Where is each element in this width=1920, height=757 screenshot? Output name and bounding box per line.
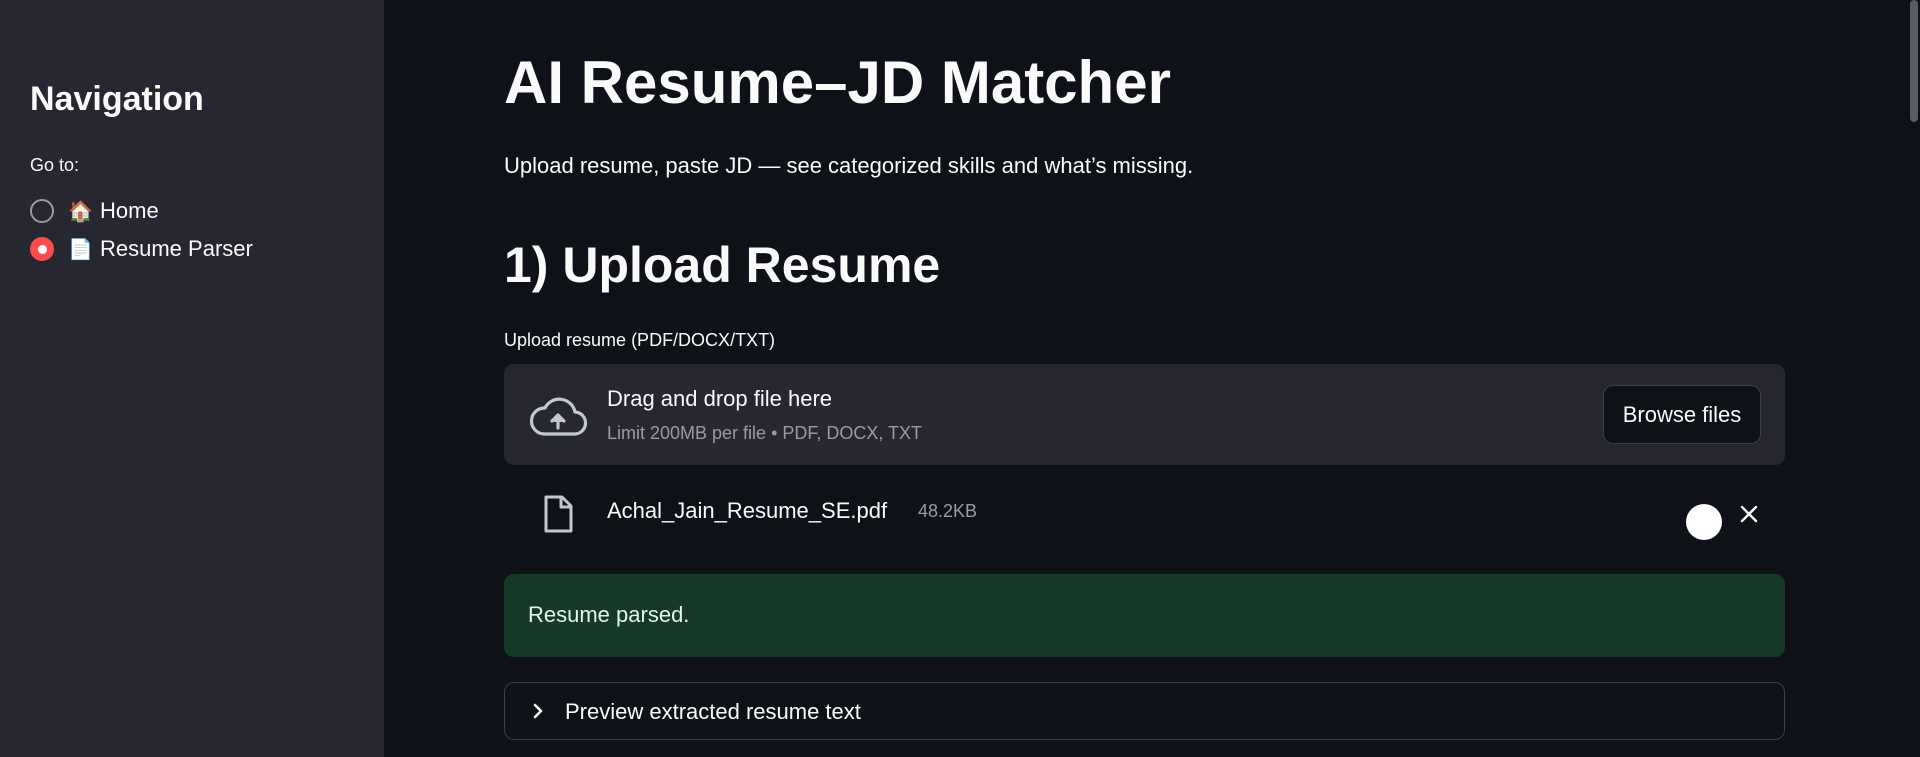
upload-label: Upload resume (PDF/DOCX/TXT)	[504, 330, 776, 350]
expander-label: Preview extracted resume text	[565, 699, 861, 724]
dropzone-title: Drag and drop file here	[607, 386, 833, 411]
sidebar-title: Navigation	[30, 80, 204, 118]
file-name: Achal_Jain_Resume_SE.pdf	[607, 498, 888, 523]
preview-expander[interactable]: Preview extracted resume text	[504, 682, 1785, 740]
scrollbar-thumb[interactable]	[1910, 0, 1918, 122]
close-icon	[1740, 505, 1758, 523]
radio-label-home: Home	[100, 198, 159, 223]
radio-button-home[interactable]	[30, 199, 54, 223]
file-size: 48.2KB	[918, 501, 978, 521]
success-alert: Resume parsed.	[504, 574, 1785, 657]
radio-option-home[interactable]: 🏠 Home	[30, 196, 159, 226]
remove-file-button[interactable]	[1731, 496, 1767, 532]
radio-label-resume-parser: Resume Parser	[100, 236, 253, 261]
success-message: Resume parsed.	[528, 602, 690, 627]
app: Navigation Go to: 🏠 Home 📄 Resume Parser…	[0, 0, 1920, 757]
cloud-upload-icon	[529, 397, 588, 436]
dropzone-subtitle: Limit 200MB per file • PDF, DOCX, TXT	[607, 423, 923, 443]
cursor-dot	[1686, 504, 1722, 540]
page-subtitle: Upload resume, paste JD — see categorize…	[504, 153, 1194, 178]
page-icon: 📄	[68, 238, 93, 261]
main-content: AI Resume–JD Matcher Upload resume, past…	[384, 0, 1920, 757]
file-icon	[544, 495, 573, 533]
goto-label: Go to:	[30, 155, 80, 175]
house-icon: 🏠	[68, 200, 93, 223]
radio-option-resume-parser[interactable]: 📄 Resume Parser	[30, 234, 253, 264]
uploaded-file-row: Achal_Jain_Resume_SE.pdf 48.2KB	[504, 484, 1785, 544]
sidebar: Navigation Go to: 🏠 Home 📄 Resume Parser	[0, 0, 384, 757]
browse-files-button[interactable]: Browse files	[1603, 385, 1761, 444]
section-heading-upload: 1) Upload Resume	[504, 237, 941, 293]
chevron-right-icon	[533, 703, 543, 719]
radio-button-resume-parser[interactable]	[30, 237, 54, 261]
page-title: AI Resume–JD Matcher	[504, 49, 1171, 116]
file-dropzone[interactable]: Drag and drop file here Limit 200MB per …	[504, 364, 1785, 465]
